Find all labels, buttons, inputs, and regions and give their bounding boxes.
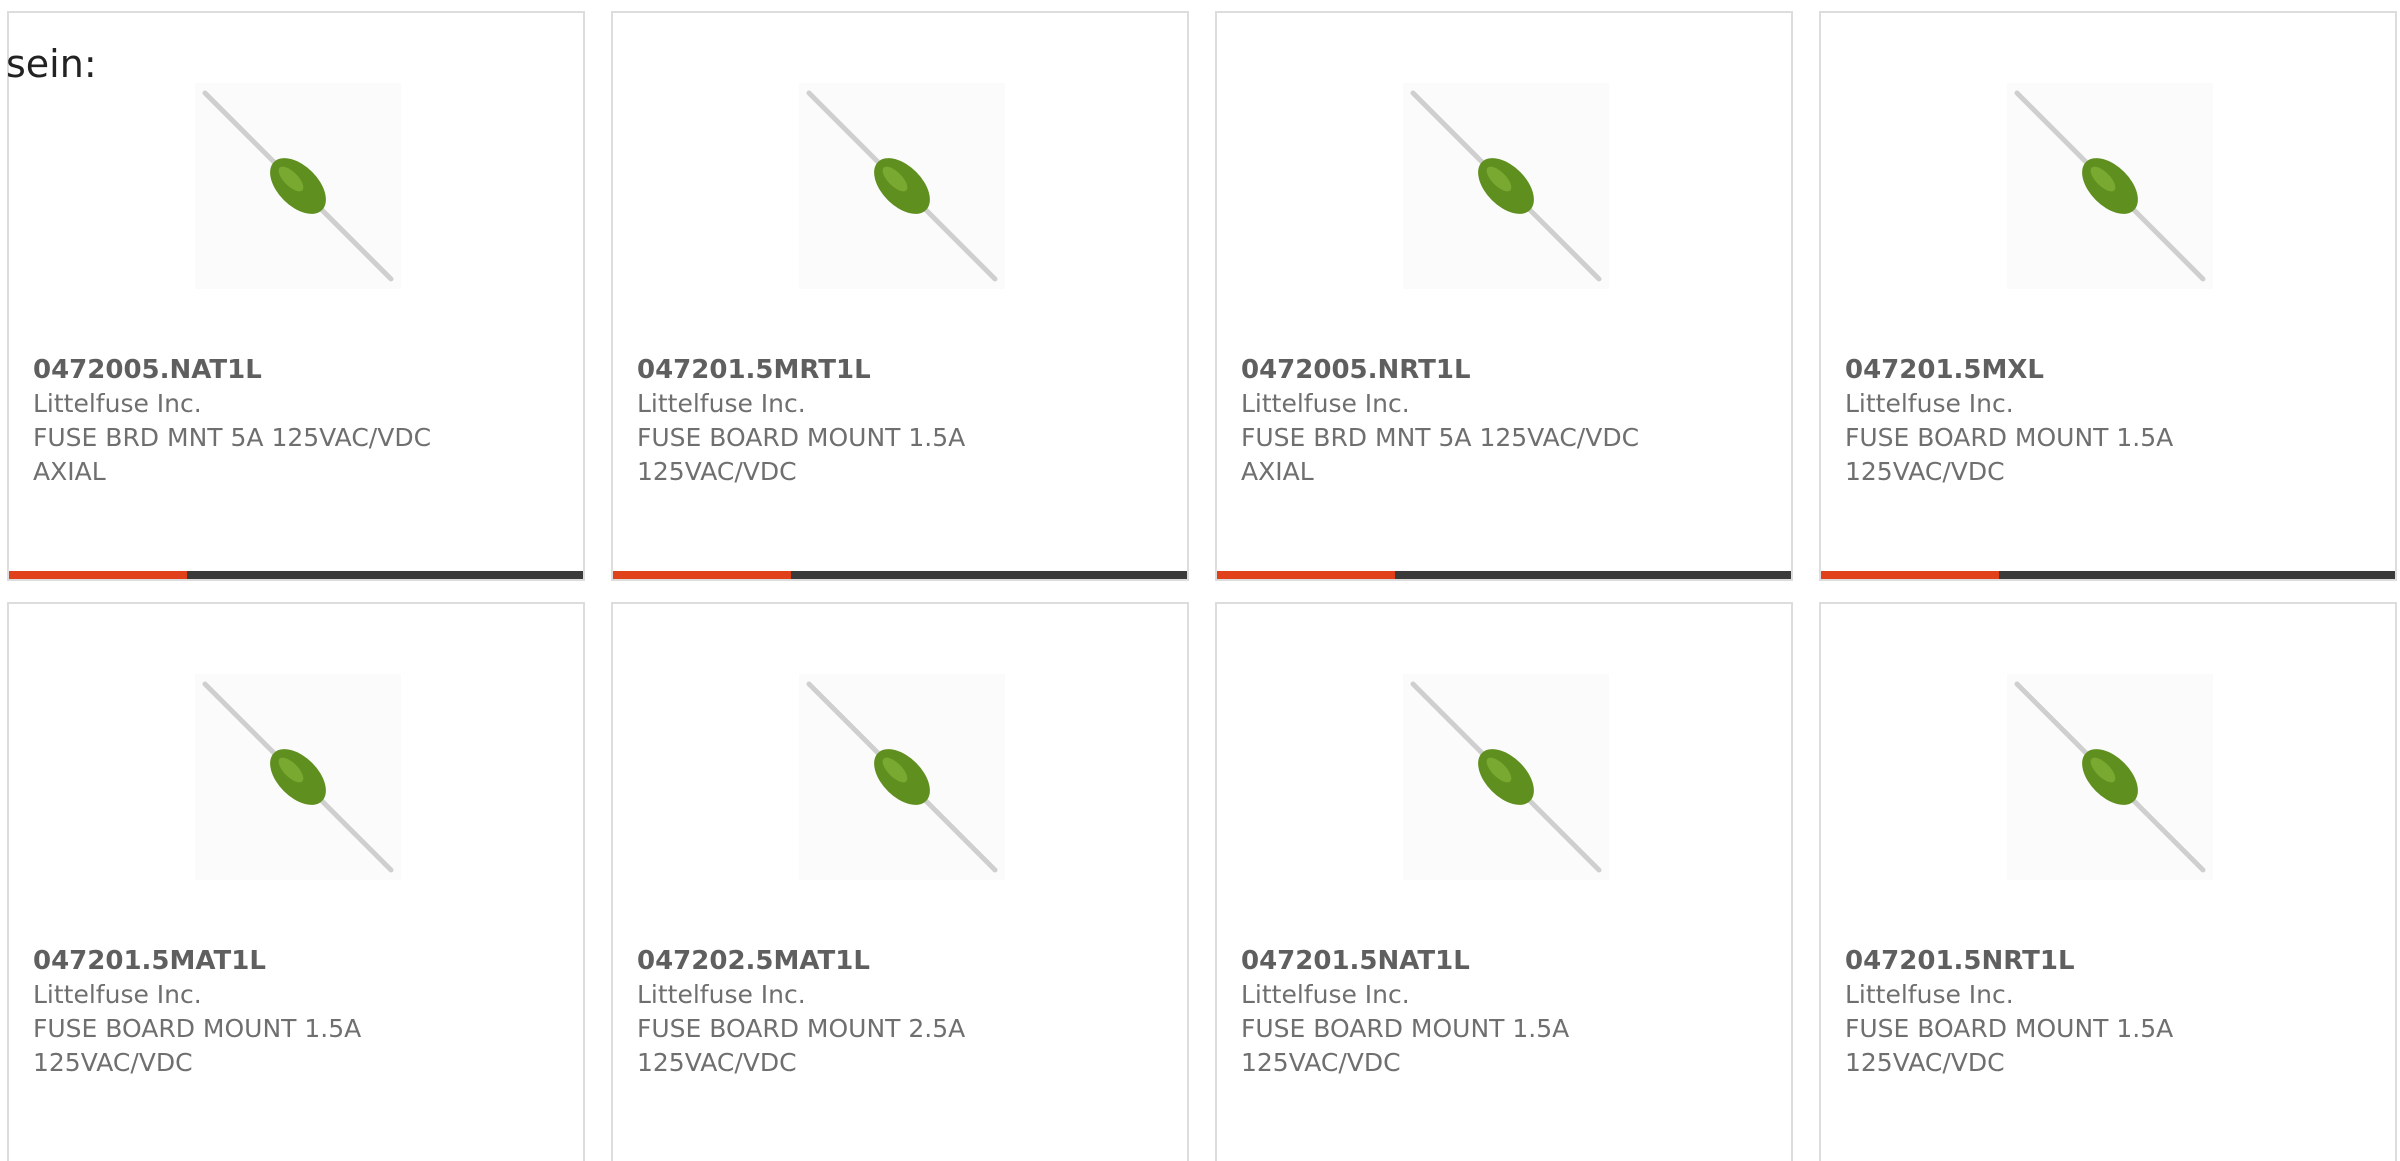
product-card[interactable]: 047201.5MAT1L Littelfuse Inc. FUSE BOARD…	[7, 602, 585, 1161]
part-number[interactable]: 0472005.NAT1L	[33, 353, 553, 387]
description-line-2: 125VAC/VDC	[637, 1048, 797, 1077]
progress-bar	[9, 571, 583, 579]
product-card[interactable]: 0472005.NAT1L Littelfuse Inc. FUSE BRD M…	[7, 11, 585, 581]
description-line-1: FUSE BRD MNT 5A 125VAC/VDC	[33, 423, 432, 452]
product-info: 0472005.NAT1L Littelfuse Inc. FUSE BRD M…	[33, 353, 553, 489]
progress-bar	[1217, 571, 1791, 579]
product-card[interactable]: 047201.5MRT1L Littelfuse Inc. FUSE BOARD…	[611, 11, 1189, 581]
manufacturer: Littelfuse Inc.	[33, 389, 202, 418]
description-line-2: AXIAL	[1241, 457, 1314, 486]
part-number[interactable]: 047201.5MXL	[1845, 353, 2365, 387]
axial-fuse-icon	[806, 681, 998, 873]
product-card[interactable]: 047201.5MXL Littelfuse Inc. FUSE BOARD M…	[1819, 11, 2397, 581]
description-line-1: FUSE BOARD MOUNT 1.5A	[637, 423, 966, 452]
description-line-2: 125VAC/VDC	[1845, 457, 2005, 486]
progress-fill	[1821, 571, 1999, 579]
axial-fuse-icon	[2014, 681, 2206, 873]
product-card[interactable]: 047201.5NRT1L Littelfuse Inc. FUSE BOARD…	[1819, 602, 2397, 1161]
product-image[interactable]	[1403, 83, 1609, 289]
product-card[interactable]: 0472005.NRT1L Littelfuse Inc. FUSE BRD M…	[1215, 11, 1793, 581]
progress-bar	[1821, 571, 2395, 579]
manufacturer: Littelfuse Inc.	[33, 980, 202, 1009]
manufacturer: Littelfuse Inc.	[1845, 980, 2014, 1009]
axial-fuse-icon	[806, 90, 998, 282]
manufacturer: Littelfuse Inc.	[1241, 389, 1410, 418]
description-line-2: AXIAL	[33, 457, 106, 486]
axial-fuse-icon	[2014, 90, 2206, 282]
description-line-1: FUSE BOARD MOUNT 1.5A	[1845, 423, 2174, 452]
description-line-1: FUSE BOARD MOUNT 1.5A	[1845, 1014, 2174, 1043]
product-image[interactable]	[2007, 83, 2213, 289]
progress-fill	[9, 571, 187, 579]
product-card[interactable]: 047202.5MAT1L Littelfuse Inc. FUSE BOARD…	[611, 602, 1189, 1161]
product-info: 047202.5MAT1L Littelfuse Inc. FUSE BOARD…	[637, 944, 1157, 1080]
part-number[interactable]: 0472005.NRT1L	[1241, 353, 1761, 387]
description-line-1: FUSE BRD MNT 5A 125VAC/VDC	[1241, 423, 1640, 452]
product-info: 047201.5MAT1L Littelfuse Inc. FUSE BOARD…	[33, 944, 553, 1080]
progress-fill	[1217, 571, 1395, 579]
part-number[interactable]: 047201.5NAT1L	[1241, 944, 1761, 978]
description-line-2: 125VAC/VDC	[1241, 1048, 1401, 1077]
product-info: 047201.5NRT1L Littelfuse Inc. FUSE BOARD…	[1845, 944, 2365, 1080]
product-image[interactable]	[195, 83, 401, 289]
product-image[interactable]	[799, 83, 1005, 289]
axial-fuse-icon	[1410, 681, 1602, 873]
part-number[interactable]: 047201.5MAT1L	[33, 944, 553, 978]
progress-fill	[613, 571, 791, 579]
manufacturer: Littelfuse Inc.	[637, 389, 806, 418]
product-image[interactable]	[2007, 674, 2213, 880]
product-image[interactable]	[799, 674, 1005, 880]
axial-fuse-icon	[1410, 90, 1602, 282]
progress-bar	[613, 571, 1187, 579]
axial-fuse-icon	[202, 90, 394, 282]
manufacturer: Littelfuse Inc.	[637, 980, 806, 1009]
part-number[interactable]: 047201.5NRT1L	[1845, 944, 2365, 978]
part-number[interactable]: 047201.5MRT1L	[637, 353, 1157, 387]
description-line-2: 125VAC/VDC	[637, 457, 797, 486]
product-grid-page: sein: 0472005.NAT1L Littelfuse Inc. FUSE…	[0, 0, 2400, 1161]
description-line-1: FUSE BOARD MOUNT 1.5A	[1241, 1014, 1570, 1043]
description-line-2: 125VAC/VDC	[1845, 1048, 2005, 1077]
product-info: 0472005.NRT1L Littelfuse Inc. FUSE BRD M…	[1241, 353, 1761, 489]
description-line-1: FUSE BOARD MOUNT 2.5A	[637, 1014, 966, 1043]
manufacturer: Littelfuse Inc.	[1241, 980, 1410, 1009]
description-line-1: FUSE BOARD MOUNT 1.5A	[33, 1014, 362, 1043]
intro-text: sein:	[6, 42, 97, 86]
product-image[interactable]	[195, 674, 401, 880]
axial-fuse-icon	[202, 681, 394, 873]
part-number[interactable]: 047202.5MAT1L	[637, 944, 1157, 978]
product-info: 047201.5MRT1L Littelfuse Inc. FUSE BOARD…	[637, 353, 1157, 489]
manufacturer: Littelfuse Inc.	[1845, 389, 2014, 418]
product-card[interactable]: 047201.5NAT1L Littelfuse Inc. FUSE BOARD…	[1215, 602, 1793, 1161]
product-info: 047201.5NAT1L Littelfuse Inc. FUSE BOARD…	[1241, 944, 1761, 1080]
product-image[interactable]	[1403, 674, 1609, 880]
description-line-2: 125VAC/VDC	[33, 1048, 193, 1077]
product-info: 047201.5MXL Littelfuse Inc. FUSE BOARD M…	[1845, 353, 2365, 489]
